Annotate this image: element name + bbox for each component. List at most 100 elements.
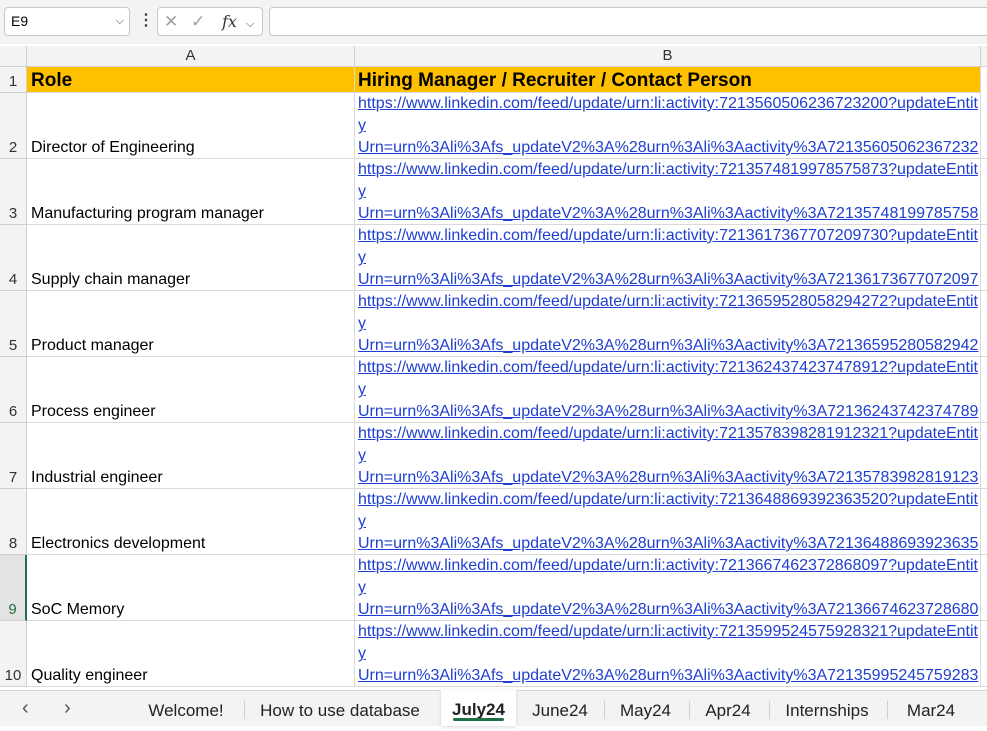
cell-role[interactable]: Quality engineer	[27, 621, 355, 687]
sheet-tab[interactable]: Mar24	[889, 691, 973, 726]
tab-separator	[244, 701, 245, 719]
tab-separator	[887, 701, 888, 719]
sheet-tab-label: How to use database	[260, 701, 420, 720]
cell-contact-link[interactable]: https://www.linkedin.com/feed/update/urn…	[355, 225, 981, 291]
role-text: Product manager	[31, 337, 154, 354]
hyperlink[interactable]: https://www.linkedin.com/feed/update/urn…	[358, 227, 978, 290]
hyperlink[interactable]: https://www.linkedin.com/feed/update/urn…	[358, 491, 978, 554]
column-header-b[interactable]: B	[355, 46, 981, 67]
scroll-tabs-left-button[interactable]: ‹	[22, 697, 29, 719]
cell-role[interactable]: Industrial engineer	[27, 423, 355, 489]
sheet-tab-label: June24	[532, 701, 588, 720]
insert-function-icon[interactable]: fx	[222, 12, 237, 32]
row-header[interactable]: 10	[0, 621, 27, 687]
sheet-tab-label: July24	[452, 700, 505, 719]
more-options-icon[interactable]: ⋮	[138, 10, 154, 32]
role-text: Supply chain manager	[31, 271, 191, 288]
scroll-tabs-right-button[interactable]: ›	[64, 697, 71, 719]
tab-separator	[604, 701, 605, 719]
chevron-down-icon[interactable]: ⌵	[116, 8, 124, 35]
row-number: 4	[8, 271, 18, 288]
column-header-c[interactable]	[981, 46, 987, 67]
cell-contact-link[interactable]: https://www.linkedin.com/feed/update/urn…	[355, 291, 981, 357]
cell-contact-link[interactable]: https://www.linkedin.com/feed/update/urn…	[355, 423, 981, 489]
row-header[interactable]: 4	[0, 225, 27, 291]
role-text: SoC Memory	[31, 601, 125, 618]
row-header[interactable]: 9	[0, 555, 27, 621]
role-text: Industrial engineer	[31, 469, 163, 486]
hyperlink[interactable]: https://www.linkedin.com/feed/update/urn…	[358, 293, 978, 356]
row-header[interactable]: 8	[0, 489, 27, 555]
formula-bar: E9 ⌵ ⋮ ✕ ✓ fx ⌵	[0, 0, 987, 44]
row-number: 8	[8, 535, 18, 552]
cell-role[interactable]: Supply chain manager	[27, 225, 355, 291]
row-header[interactable]: 7	[0, 423, 27, 489]
cell-contact-link[interactable]: https://www.linkedin.com/feed/update/urn…	[355, 357, 981, 423]
sheet-tab-label: Mar24	[906, 701, 956, 720]
hyperlink[interactable]: https://www.linkedin.com/feed/update/urn…	[358, 425, 978, 488]
tab-separator	[769, 701, 770, 719]
cell-role[interactable]: Director of Engineering	[27, 93, 355, 159]
role-text: Process engineer	[31, 403, 156, 420]
header-cell-contact[interactable]: Hiring Manager / Recruiter / Contact Per…	[355, 67, 981, 93]
cell-c[interactable]	[981, 159, 987, 225]
cell-c[interactable]	[981, 489, 987, 555]
cell-contact-link[interactable]: https://www.linkedin.com/feed/update/urn…	[355, 489, 981, 555]
sheet-tab-label: Apr24	[705, 701, 751, 720]
sheet-tab[interactable]: Welcome!	[133, 691, 239, 726]
cell-role[interactable]: Product manager	[27, 291, 355, 357]
role-text: Director of Engineering	[31, 139, 195, 156]
sheet-tab[interactable]: July24	[441, 690, 516, 726]
name-box[interactable]: E9 ⌵	[4, 7, 130, 36]
hyperlink[interactable]: https://www.linkedin.com/feed/update/urn…	[358, 623, 978, 686]
cell-c[interactable]	[981, 423, 987, 489]
hyperlink[interactable]: https://www.linkedin.com/feed/update/urn…	[358, 161, 978, 224]
cell-contact-link[interactable]: https://www.linkedin.com/feed/update/urn…	[355, 93, 981, 159]
header-cell-role[interactable]: Role	[27, 67, 355, 93]
row-number: 7	[8, 469, 18, 486]
cell-role[interactable]: Electronics development	[27, 489, 355, 555]
hyperlink[interactable]: https://www.linkedin.com/feed/update/urn…	[358, 359, 978, 422]
cell-c[interactable]	[981, 357, 987, 423]
sheet-tab-label: Internships	[785, 701, 869, 720]
cell-c[interactable]	[981, 225, 987, 291]
cell-contact-link[interactable]: https://www.linkedin.com/feed/update/urn…	[355, 159, 981, 225]
sheet-tab-label: May24	[619, 701, 672, 720]
chevron-down-icon[interactable]: ⌵	[246, 14, 254, 34]
row-header[interactable]: 1	[0, 67, 27, 93]
role-text: Electronics development	[31, 535, 206, 552]
sheet-tab[interactable]: Internships	[771, 691, 883, 726]
cell-role[interactable]: Process engineer	[27, 357, 355, 423]
cell-c[interactable]	[981, 291, 987, 357]
sheet-tab[interactable]: June24	[520, 691, 600, 726]
active-tab-indicator	[453, 718, 504, 721]
row-header[interactable]: 6	[0, 357, 27, 423]
cell-role[interactable]: Manufacturing program manager	[27, 159, 355, 225]
column-header-a[interactable]: A	[27, 46, 355, 67]
cell-c[interactable]	[981, 93, 987, 159]
cell-contact-link[interactable]: https://www.linkedin.com/feed/update/urn…	[355, 621, 981, 687]
sheet-tab[interactable]: Apr24	[691, 691, 765, 726]
cell-contact-link[interactable]: https://www.linkedin.com/feed/update/urn…	[355, 555, 981, 621]
row-number: 10	[4, 667, 22, 684]
row-number: 2	[8, 139, 18, 156]
cell-role[interactable]: SoC Memory	[27, 555, 355, 621]
select-all-corner[interactable]	[0, 46, 27, 67]
enter-icon[interactable]: ✓	[191, 12, 205, 32]
row-header[interactable]: 5	[0, 291, 27, 357]
cell-c[interactable]	[981, 621, 987, 687]
cancel-icon[interactable]: ✕	[164, 12, 178, 32]
sheet-tab-bar: ‹ › Welcome! How to use database July24 Jun…	[0, 690, 987, 726]
cell-c[interactable]	[981, 555, 987, 621]
hyperlink[interactable]: https://www.linkedin.com/feed/update/urn…	[358, 557, 978, 620]
sheet-tab[interactable]: May24	[606, 691, 685, 726]
row-header[interactable]: 2	[0, 93, 27, 159]
role-text: Quality engineer	[31, 667, 148, 684]
row-number: 9	[8, 601, 17, 618]
formula-controls: ✕ ✓ fx ⌵	[157, 7, 263, 36]
formula-input[interactable]	[269, 7, 987, 36]
hyperlink[interactable]: https://www.linkedin.com/feed/update/urn…	[358, 95, 978, 158]
sheet-tab[interactable]: How to use database	[246, 691, 434, 726]
row-header[interactable]: 3	[0, 159, 27, 225]
sheet-tab-label: Welcome!	[148, 701, 224, 720]
